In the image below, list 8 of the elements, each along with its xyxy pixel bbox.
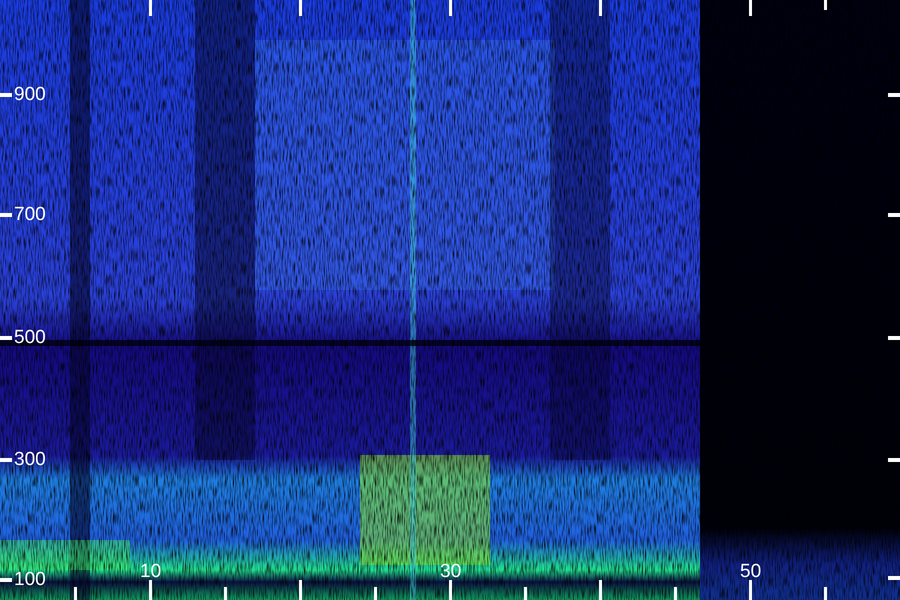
y-axis-label: 700: [14, 205, 46, 224]
x-axis-label: 10: [140, 562, 162, 581]
x-axis-label: 50: [740, 562, 762, 581]
y-axis-label: 900: [14, 85, 46, 104]
x-axis-label: 30: [440, 562, 462, 581]
y-axis-label: 100: [14, 570, 46, 589]
y-axis-label: 300: [14, 450, 46, 469]
y-axis-label: 500: [14, 328, 46, 347]
